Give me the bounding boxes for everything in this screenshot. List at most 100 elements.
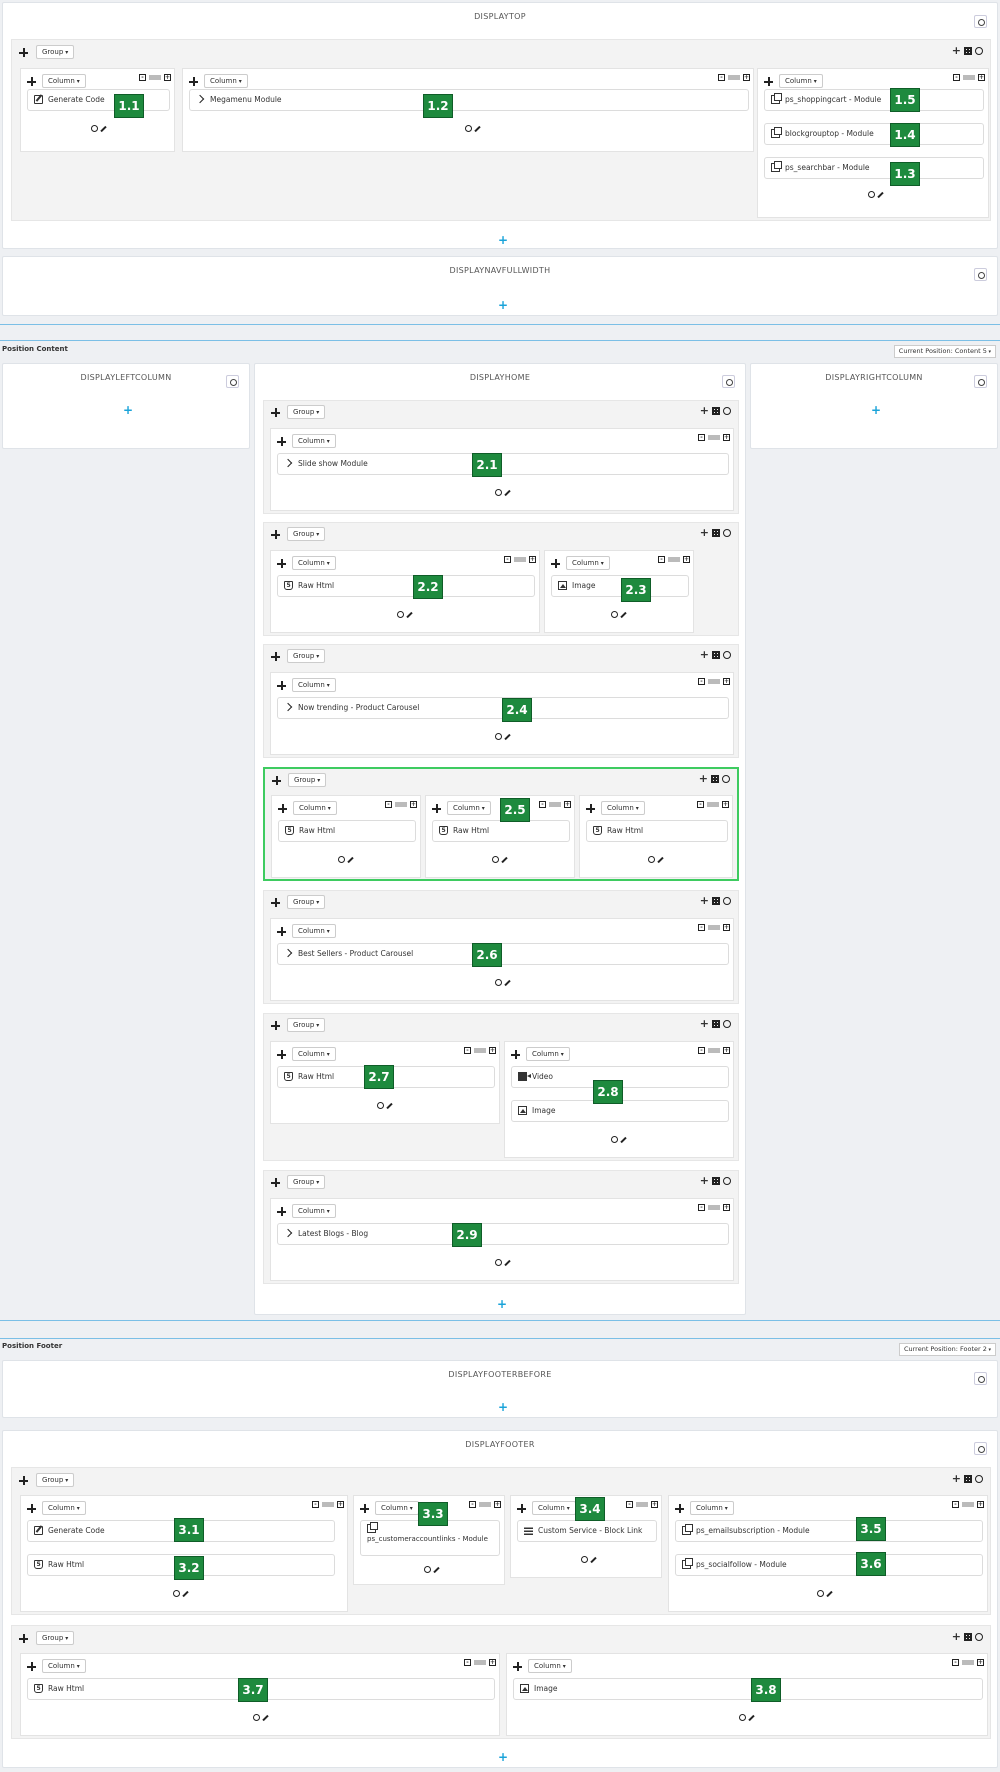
settings-icon[interactable] (723, 1177, 731, 1185)
move-icon[interactable] (271, 408, 280, 417)
group-dropdown[interactable]: Group (287, 649, 326, 663)
minus-icon[interactable]: - (698, 678, 705, 685)
edit-icon[interactable] (504, 489, 511, 496)
settings-icon[interactable] (226, 375, 239, 388)
grid-icon[interactable] (712, 1020, 720, 1028)
settings-icon[interactable] (817, 1590, 824, 1597)
widget-raw-html[interactable]: Raw Html (586, 820, 728, 842)
settings-icon[interactable] (611, 1136, 618, 1143)
group-dropdown[interactable]: Group (36, 1473, 75, 1487)
move-icon[interactable] (189, 77, 198, 86)
settings-icon[interactable] (465, 125, 472, 132)
group-dropdown[interactable]: Group (287, 405, 326, 419)
minus-icon[interactable]: - (464, 1659, 471, 1666)
move-icon[interactable] (277, 927, 286, 936)
move-icon[interactable] (277, 1050, 286, 1059)
widget-raw-html[interactable]: Raw Html (278, 820, 416, 842)
current-position-footer[interactable]: Current Position: Footer 2 (898, 1343, 996, 1356)
add-group-icon[interactable]: + (871, 404, 881, 416)
plus-icon[interactable]: + (952, 1631, 961, 1642)
edit-icon[interactable] (100, 125, 107, 132)
column-dropdown[interactable]: Column (532, 1501, 576, 1515)
settings-icon[interactable] (975, 47, 983, 55)
minus-icon[interactable]: - (469, 1501, 476, 1508)
plus-icon[interactable]: + (952, 1473, 961, 1484)
column-dropdown[interactable]: Column (42, 1659, 86, 1673)
settings-icon[interactable] (495, 733, 502, 740)
move-icon[interactable] (271, 652, 280, 661)
column-dropdown[interactable]: Column (292, 678, 336, 692)
settings-icon[interactable] (974, 1372, 987, 1385)
edit-icon[interactable] (433, 1566, 440, 1573)
plus-icon[interactable]: + (700, 895, 709, 906)
plus-icon[interactable]: + (699, 773, 708, 784)
move-icon[interactable] (271, 1021, 280, 1030)
settings-icon[interactable] (723, 897, 731, 905)
move-icon[interactable] (277, 559, 286, 568)
minus-icon[interactable]: - (139, 74, 146, 81)
column-dropdown[interactable]: Column (528, 1659, 572, 1673)
column-dropdown[interactable]: Column (566, 556, 610, 570)
move-icon[interactable] (675, 1504, 684, 1513)
minus-icon[interactable]: - (626, 1501, 633, 1508)
plus-icon[interactable]: + (723, 434, 730, 441)
widget-latest-blogs[interactable]: Latest Blogs - Blog (277, 1223, 729, 1245)
plus-icon[interactable]: + (337, 1501, 344, 1508)
settings-icon[interactable] (722, 375, 735, 388)
settings-icon[interactable] (722, 775, 730, 783)
settings-icon[interactable] (495, 979, 502, 986)
add-group-icon[interactable]: + (498, 1401, 508, 1413)
column-dropdown[interactable]: Column (447, 801, 491, 815)
minus-icon[interactable]: - (504, 556, 511, 563)
widget-best-sellers[interactable]: Best Sellers - Product Carousel (277, 943, 729, 965)
plus-icon[interactable]: + (564, 801, 571, 808)
widget-raw-html[interactable]: Raw Html (432, 820, 570, 842)
move-icon[interactable] (272, 776, 281, 785)
settings-icon[interactable] (974, 15, 987, 28)
move-icon[interactable] (277, 1207, 286, 1216)
add-group-icon[interactable]: + (498, 1751, 508, 1763)
plus-icon[interactable]: + (700, 1018, 709, 1029)
group-dropdown[interactable]: Group (287, 895, 326, 909)
group-dropdown[interactable]: Group (287, 527, 326, 541)
edit-icon[interactable] (877, 191, 884, 198)
settings-icon[interactable] (91, 125, 98, 132)
plus-icon[interactable]: + (164, 74, 171, 81)
grid-icon[interactable] (712, 407, 720, 415)
grid-icon[interactable] (712, 651, 720, 659)
edit-icon[interactable] (347, 856, 354, 863)
settings-icon[interactable] (723, 407, 731, 415)
widget-generate-code[interactable]: Generate Code (27, 89, 170, 111)
move-icon[interactable] (27, 77, 36, 86)
settings-icon[interactable] (723, 1020, 731, 1028)
widget-image[interactable]: Image (551, 575, 689, 597)
column-dropdown[interactable]: Column (293, 801, 337, 815)
minus-icon[interactable]: - (658, 556, 665, 563)
minus-icon[interactable]: - (385, 801, 392, 808)
minus-icon[interactable]: - (312, 1501, 319, 1508)
edit-icon[interactable] (504, 733, 511, 740)
move-icon[interactable] (19, 48, 28, 57)
move-icon[interactable] (278, 804, 287, 813)
settings-icon[interactable] (723, 651, 731, 659)
minus-icon[interactable]: - (698, 924, 705, 931)
edit-icon[interactable] (620, 1136, 627, 1143)
plus-icon[interactable]: + (978, 74, 985, 81)
column-dropdown[interactable]: Column (42, 1501, 86, 1515)
edit-icon[interactable] (748, 1714, 755, 1721)
plus-icon[interactable]: + (494, 1501, 501, 1508)
group-dropdown[interactable]: Group (36, 1631, 75, 1645)
move-icon[interactable] (586, 804, 595, 813)
plus-icon[interactable]: + (700, 649, 709, 660)
plus-icon[interactable]: + (683, 556, 690, 563)
widget-custom-service[interactable]: Custom Service - Block Link (517, 1520, 657, 1542)
move-icon[interactable] (277, 681, 286, 690)
edit-icon[interactable] (474, 125, 481, 132)
plus-icon[interactable]: + (722, 801, 729, 808)
minus-icon[interactable]: - (698, 1204, 705, 1211)
settings-icon[interactable] (974, 1442, 987, 1455)
widget-blockgrouptop[interactable]: blockgrouptop - Module (764, 123, 984, 145)
move-icon[interactable] (511, 1050, 520, 1059)
edit-icon[interactable] (504, 1259, 511, 1266)
widget-searchbar[interactable]: ps_searchbar - Module (764, 157, 984, 179)
